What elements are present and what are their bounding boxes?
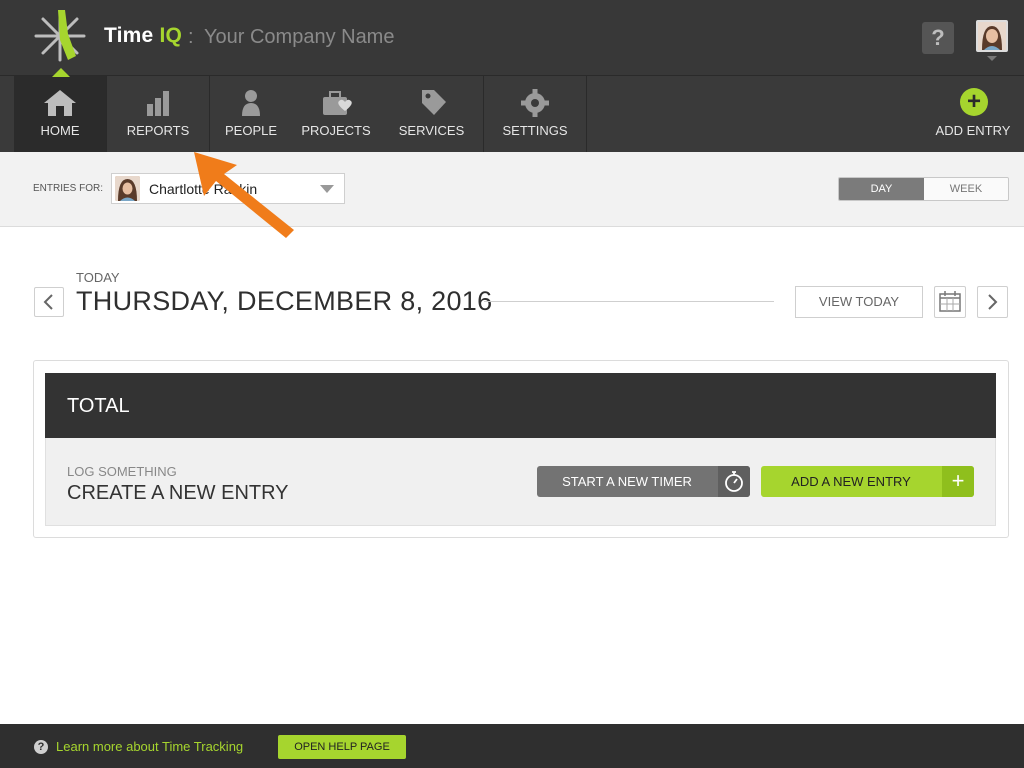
briefcase-heart-icon (323, 91, 352, 115)
brand-separator: : (188, 26, 194, 48)
divider (484, 301, 774, 302)
add-new-entry-label: ADD A NEW ENTRY (791, 474, 911, 489)
nav-people[interactable]: PEOPLE (210, 76, 292, 152)
avatar-photo-icon (978, 22, 1006, 50)
view-toggle: DAY WEEK (838, 177, 1009, 201)
brand-iq: IQ (159, 24, 183, 47)
plus-icon: + (942, 466, 974, 497)
nav-divider (586, 76, 587, 152)
person-icon (242, 90, 260, 116)
company-name: Your Company Name (204, 26, 395, 48)
chevron-right-icon (988, 294, 998, 310)
calendar-icon (939, 291, 961, 312)
selected-person-name: Chartlotte Rankin (149, 181, 258, 197)
learn-more-link[interactable]: Learn more about Time Tracking (56, 739, 243, 754)
total-bar: TOTAL (45, 373, 996, 438)
previous-day-button[interactable] (34, 287, 64, 317)
next-day-button[interactable] (977, 286, 1008, 318)
nav-home[interactable]: HOME (14, 76, 106, 152)
nav-projects[interactable]: PROJECTS (292, 76, 380, 152)
brand-name: Time IQ (104, 24, 182, 48)
week-view-button[interactable]: WEEK (924, 178, 1008, 200)
chevron-left-icon (43, 294, 53, 310)
add-new-entry-button[interactable]: ADD A NEW ENTRY + (761, 466, 974, 497)
add-entry-nav-label[interactable]: ADD ENTRY (930, 123, 1016, 138)
avatar-photo-icon (115, 176, 140, 201)
entries-for-label: ENTRIES FOR: (33, 183, 104, 194)
help-circle-icon: ? (34, 740, 48, 754)
start-timer-button[interactable]: START A NEW TIMER (537, 466, 750, 497)
nav-reports[interactable]: REPORTS (107, 76, 209, 152)
logo-icon[interactable] (32, 8, 88, 64)
user-avatar[interactable] (976, 20, 1008, 52)
nav-label: PEOPLE (224, 123, 278, 138)
view-today-button[interactable]: VIEW TODAY (795, 286, 923, 318)
help-button[interactable]: ? (922, 22, 954, 54)
stopwatch-icon (725, 471, 743, 492)
open-help-page-button[interactable]: OPEN HELP PAGE (278, 735, 406, 759)
nav-settings[interactable]: SETTINGS (484, 76, 586, 152)
nav-label: HOME (40, 123, 80, 138)
nav-label: SETTINGS (502, 123, 568, 138)
nav-label: REPORTS (126, 123, 190, 138)
log-something-label: LOG SOMETHING (67, 464, 177, 479)
person-select[interactable]: Chartlotte Rankin (111, 173, 345, 204)
gear-icon (521, 89, 549, 117)
total-label: TOTAL (67, 395, 130, 417)
main-nav: HOME REPORTS PEOPLE PROJECTS SERVICES SE… (0, 76, 1024, 152)
stopwatch-icon-box (718, 466, 750, 497)
page-title: THURSDAY, DECEMBER 8, 2016 (76, 286, 493, 316)
chevron-down-icon[interactable] (320, 185, 334, 193)
nav-label: SERVICES (398, 123, 465, 138)
brand-time: Time (104, 24, 154, 47)
tag-icon (421, 90, 446, 115)
nav-services[interactable]: SERVICES (380, 76, 483, 152)
add-entry-icon[interactable]: + (960, 88, 988, 116)
day-view-button[interactable]: DAY (839, 178, 924, 200)
chevron-down-icon[interactable] (987, 56, 997, 61)
bar-chart-icon (147, 91, 169, 116)
start-timer-label: START A NEW TIMER (562, 474, 692, 489)
today-label: TODAY (76, 270, 120, 285)
nav-label: PROJECTS (301, 123, 371, 138)
home-icon (44, 90, 76, 116)
create-entry-heading: CREATE A NEW ENTRY (67, 482, 289, 504)
calendar-button[interactable] (934, 286, 966, 318)
person-avatar (115, 176, 140, 201)
active-nav-indicator (52, 68, 70, 77)
